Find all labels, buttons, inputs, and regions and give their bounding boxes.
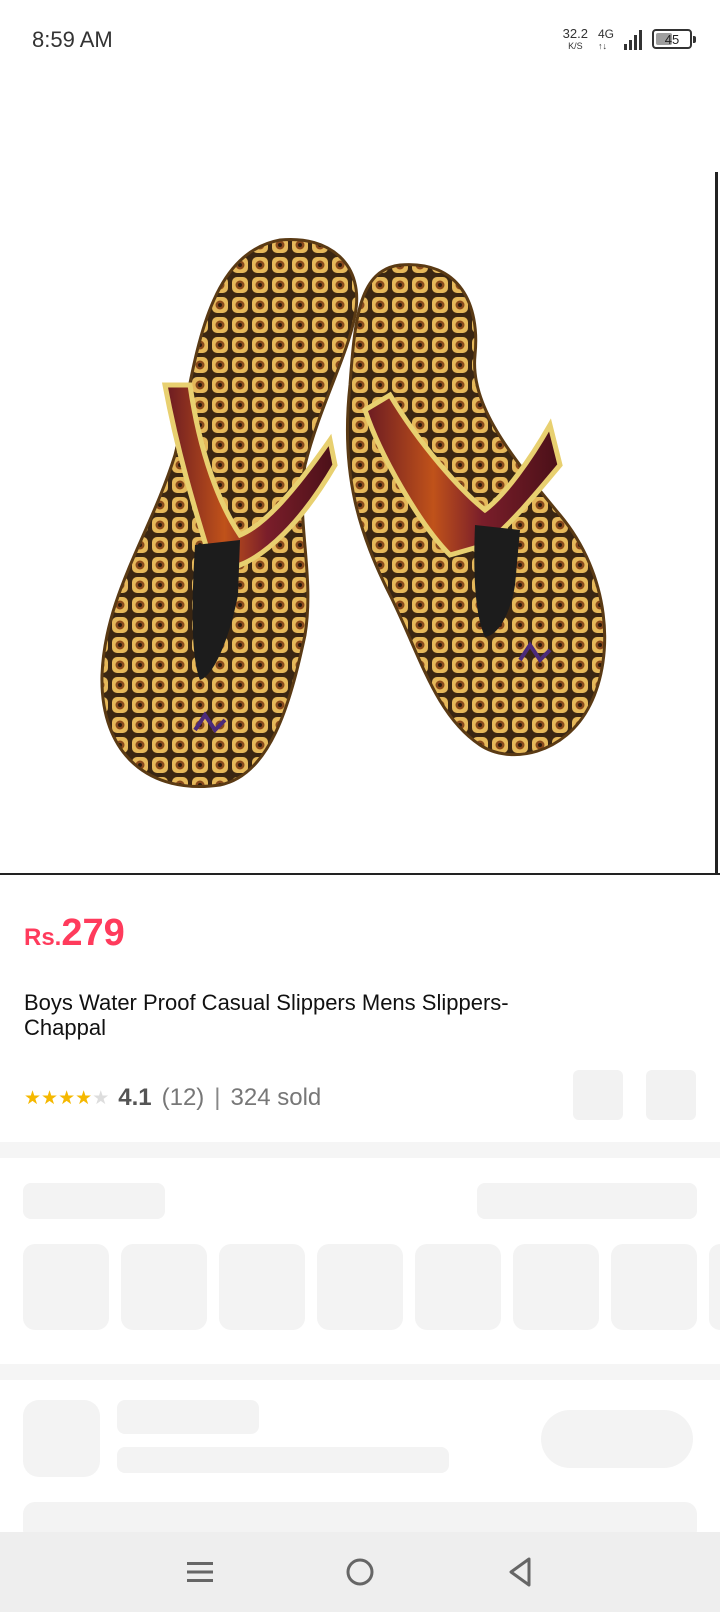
placeholder-store-logo [23,1400,100,1477]
product-image[interactable] [0,80,720,875]
status-time: 8:59 AM [32,27,113,52]
status-indicators: 32.2 K/S 4G ↑↓ 45 [563,24,696,54]
nav-menu-button[interactable] [170,1542,230,1602]
battery-icon: 45 [652,29,696,49]
placeholder-variant [513,1244,599,1330]
placeholder-link [477,1183,697,1219]
placeholder-variant [121,1244,207,1330]
status-bar: 8:59 AM 32.2 K/S 4G ↑↓ 45 [0,0,720,80]
home-circle-icon [346,1558,374,1586]
placeholder-variant [709,1244,720,1330]
placeholder-variant [219,1244,305,1330]
rating-stars-icon: ★ ★ ★ ★ ★ [24,1087,109,1109]
section-divider [0,1142,720,1158]
placeholder-follow-button [541,1410,693,1468]
placeholder-label [23,1183,165,1219]
section-divider [0,1364,720,1380]
placeholder-variant [23,1244,109,1330]
price-currency: Rs. [24,924,62,951]
price-amount: 279 [61,912,125,954]
sold-count: 324 sold [230,1084,322,1111]
nav-back-button[interactable] [490,1542,550,1602]
product-price: Rs. 279 [24,912,125,955]
placeholder-store-name [117,1400,259,1434]
network-speed-unit: K/S [568,41,583,51]
rating-row[interactable]: ★ ★ ★ ★ ★ 4.1 (12) | 324 sold [24,1078,321,1118]
nav-home-button[interactable] [330,1542,390,1602]
rating-separator: | [214,1084,221,1111]
signal-icon [624,28,642,50]
share-placeholder[interactable] [573,1070,623,1120]
battery-level: 45 [664,31,680,47]
wishlist-placeholder[interactable] [646,1070,696,1120]
slippers-image [100,237,607,788]
menu-icon [187,1562,213,1582]
placeholder-store-info [117,1447,449,1473]
review-count: (12) [161,1084,205,1111]
placeholder-variant [317,1244,403,1330]
network-type-label: 4G [597,26,614,41]
product-title: Boys Water Proof Casual Slippers Mens Sl… [24,990,509,1040]
rating-value: 4.1 [118,1084,152,1111]
network-type: 4G ↑↓ [598,28,614,51]
back-triangle-icon [509,1557,531,1587]
system-nav-bar [0,1532,720,1612]
placeholder-variant [611,1244,697,1330]
placeholder-variant [415,1244,501,1330]
network-arrows: ↑↓ [597,40,607,51]
network-speed-value: 32.2 [562,26,588,41]
network-speed: 32.2 K/S [563,27,588,51]
